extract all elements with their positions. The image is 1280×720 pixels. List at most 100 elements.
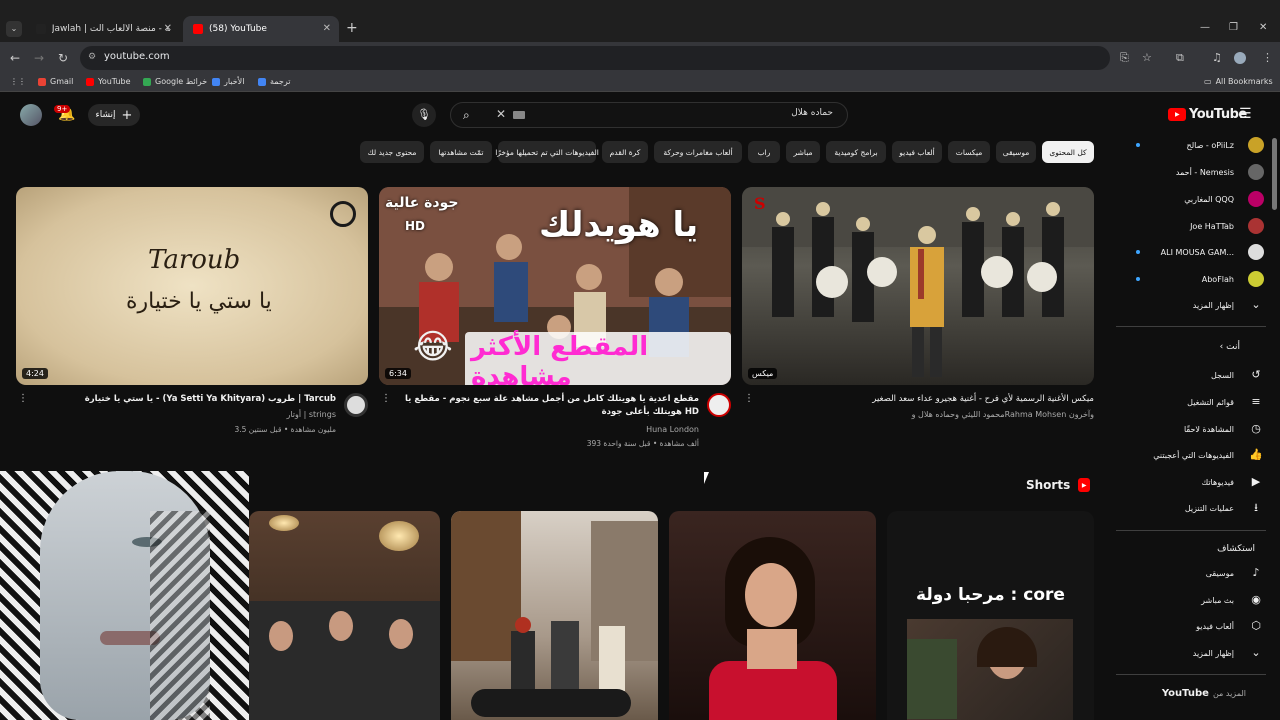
sidebar-item-your-videos[interactable]: فيديوهاتك ▶: [1110, 471, 1261, 493]
short-card[interactable]: [451, 511, 658, 720]
more-heading-brand: YouTube: [1161, 688, 1209, 699]
chip-video-games[interactable]: ألعاب فيديو: [892, 141, 942, 163]
subscription-item[interactable]: أحمد - Nemesis: [1110, 161, 1264, 183]
short-card[interactable]: [669, 511, 876, 720]
all-bookmarks[interactable]: ▭ All Bookmarks: [1204, 77, 1273, 86]
browser-tab-youtube[interactable]: (58) YouTube ✕: [183, 16, 339, 42]
show-more-subscriptions[interactable]: إظهار المزيد ⌄: [1110, 294, 1261, 316]
create-button[interactable]: إنشاء +: [88, 104, 140, 126]
minimize-icon[interactable]: —: [1200, 22, 1210, 33]
sidebar-item-music[interactable]: موسيقى ♪: [1110, 562, 1260, 584]
guide-menu-icon[interactable]: ☰: [1239, 106, 1252, 122]
chip-action-adventure[interactable]: ألعاب مغامرات وحركة: [654, 141, 742, 163]
chip-new-to-you[interactable]: محتوى جديد لك: [360, 141, 424, 163]
new-tab-icon[interactable]: +: [346, 20, 358, 36]
video-thumbnail[interactable]: S ميكس: [742, 187, 1094, 385]
channel-avatar[interactable]: [344, 393, 368, 417]
chip-music[interactable]: موسيقى: [996, 141, 1036, 163]
apps-icon[interactable]: ⋮⋮: [10, 77, 26, 86]
video-channel[interactable]: محمود الليثي وحماده هلال وRahma Mohsen و…: [912, 410, 1094, 419]
search-icon[interactable]: ⌕: [463, 108, 470, 123]
subscription-item[interactable]: المغاربي QQQ: [1110, 188, 1264, 210]
channel-avatar: [1248, 244, 1264, 260]
bookmark-gmail[interactable]: Gmail: [38, 77, 73, 86]
video-title[interactable]: مقطع اعدية يا هويتلك كامل من أجمل مشاهد …: [399, 393, 699, 419]
keyboard-icon[interactable]: [513, 111, 525, 119]
extensions-icon[interactable]: ⧉: [1176, 51, 1184, 65]
subscription-label: Joe HaTTab: [1190, 221, 1234, 231]
video-thumbnail[interactable]: Taroub يا ستي يا ختيارة 4:24: [16, 187, 368, 385]
sidebar-item-show-more[interactable]: إظهار المزيد ⌄: [1110, 642, 1261, 664]
video-card[interactable]: S ميكس ⋮ ميكس الأغنية الرسمية لأي فرح - …: [742, 187, 1094, 419]
forward-icon[interactable]: →: [34, 51, 44, 65]
bookmark-label: ترجمة: [270, 77, 291, 86]
media-controls-icon[interactable]: ♫: [1212, 51, 1222, 64]
youtube-logo[interactable]: ▶ YouTube: [1168, 107, 1247, 122]
bookmark-translate[interactable]: ترجمة: [258, 77, 291, 86]
browser-menu-icon[interactable]: ⋮: [1262, 51, 1273, 64]
video-more-menu-icon[interactable]: ⋮: [744, 393, 754, 404]
account-avatar[interactable]: [20, 104, 42, 126]
video-title[interactable]: ميكس الأغنية الرسمية لأي فرح - أغنية هجي…: [764, 393, 1094, 406]
subscription-item[interactable]: صالح - oPiiLz: [1110, 134, 1264, 156]
video-more-menu-icon[interactable]: ⋮: [18, 393, 28, 404]
video-card[interactable]: جودة عالية HD يا هويدلك المقطع الأكثر مش…: [379, 187, 731, 448]
search-input[interactable]: [553, 108, 833, 118]
short-thumbnail-image: [907, 619, 1073, 720]
sidebar-item-playlists[interactable]: قوائم التشغيل ≡: [1110, 391, 1260, 413]
sidebar-scrollbar[interactable]: [1272, 138, 1277, 210]
chip-comedy[interactable]: برامج كوميدية: [826, 141, 886, 163]
profile-avatar-icon[interactable]: [1234, 52, 1246, 64]
sidebar-item-history[interactable]: السجل ↺: [1110, 364, 1261, 386]
sidebar-item-gaming[interactable]: ألعاب فيديو ⬡: [1110, 615, 1261, 637]
jawlah-favicon-icon: [36, 24, 46, 34]
voice-search-mic-icon[interactable]: 🎙: [412, 103, 436, 127]
chip-rap[interactable]: راب: [748, 141, 780, 163]
chip-all[interactable]: كل المحتوى: [1042, 141, 1094, 163]
bookmark-news[interactable]: الأخبار: [212, 77, 244, 86]
channel-avatar[interactable]: [707, 393, 731, 417]
subscription-item[interactable]: AboFlah: [1110, 268, 1264, 290]
video-more-menu-icon[interactable]: ⋮: [381, 393, 391, 404]
chip-mixes[interactable]: ميكسات: [948, 141, 990, 163]
you-heading[interactable]: ‹ أنت: [1220, 342, 1240, 352]
video-title[interactable]: يا ستي يا ختيارة - (Ya Setti Ya Khityara…: [36, 393, 336, 406]
more-from-youtube-heading: YouTube المزيد من: [1162, 688, 1246, 699]
subscription-item[interactable]: ALI MOUSA GAM...: [1110, 241, 1264, 263]
video-channel[interactable]: أوتار | strings: [286, 410, 336, 419]
video-card[interactable]: Taroub يا ستي يا ختيارة 4:24 ⋮ يا ستي يا…: [16, 187, 368, 434]
maximize-icon[interactable]: ❐: [1229, 22, 1238, 33]
maps-icon: [143, 77, 151, 86]
close-tab-icon[interactable]: ✕: [323, 23, 331, 34]
video-channel[interactable]: Huna London: [646, 425, 699, 434]
chip-watched[interactable]: تمّت مشاهدتها: [430, 141, 492, 163]
short-card[interactable]: مرحبا دولة : core: [887, 511, 1094, 720]
back-icon[interactable]: ←: [10, 51, 20, 65]
address-bar[interactable]: ⚙ youtube.com ⎘ ☆: [80, 46, 1152, 70]
youtube-masthead: 🔔 إنشاء + 🎙 ⌕ ✕ ▶ YouTube ☰: [0, 92, 1280, 138]
bookmark-star-icon[interactable]: ☆: [1142, 51, 1152, 64]
tab-search-button[interactable]: ⌄: [6, 21, 22, 37]
install-app-icon[interactable]: ⎘: [1120, 51, 1129, 65]
sidebar-item-label: المشاهدة لاحقًا: [1183, 424, 1234, 434]
bookmark-youtube[interactable]: YouTube: [86, 77, 131, 86]
sidebar-item-downloads[interactable]: عمليات التنزيل ⭳: [1110, 497, 1260, 519]
sidebar-item-label: قوائم التشغيل: [1187, 397, 1234, 407]
subscription-item[interactable]: Joe HaTTab: [1110, 215, 1264, 237]
chip-recently-uploaded[interactable]: الفيديوهات التي تم تحميلها مؤخرًا: [495, 141, 599, 163]
sidebar-item-live[interactable]: بث مباشر ◉: [1110, 589, 1261, 611]
chip-live[interactable]: مباشر: [786, 141, 820, 163]
live-indicator-dot: [1136, 250, 1140, 254]
clear-search-icon[interactable]: ✕: [496, 107, 506, 121]
video-thumbnail[interactable]: جودة عالية HD يا هويدلك المقطع الأكثر مش…: [379, 187, 731, 385]
reload-icon[interactable]: ↻: [58, 51, 68, 65]
bookmark-google-maps[interactable]: Google خرائط: [143, 77, 207, 86]
site-info-icon[interactable]: ⚙: [88, 52, 96, 62]
sidebar-item-watch-later[interactable]: المشاهدة لاحقًا ◷: [1110, 418, 1261, 440]
close-tab-icon[interactable]: ✕: [164, 23, 172, 34]
close-window-icon[interactable]: ✕: [1259, 22, 1267, 33]
short-card[interactable]: [249, 511, 440, 720]
browser-tab-jawlah[interactable]: Jawlah | جولة - منصة الألعاب الت... ✕: [26, 16, 180, 42]
chip-football[interactable]: كرة القدم: [602, 141, 648, 163]
sidebar-item-liked-videos[interactable]: الفيديوهات التي أعجبتني 👍: [1110, 444, 1263, 466]
